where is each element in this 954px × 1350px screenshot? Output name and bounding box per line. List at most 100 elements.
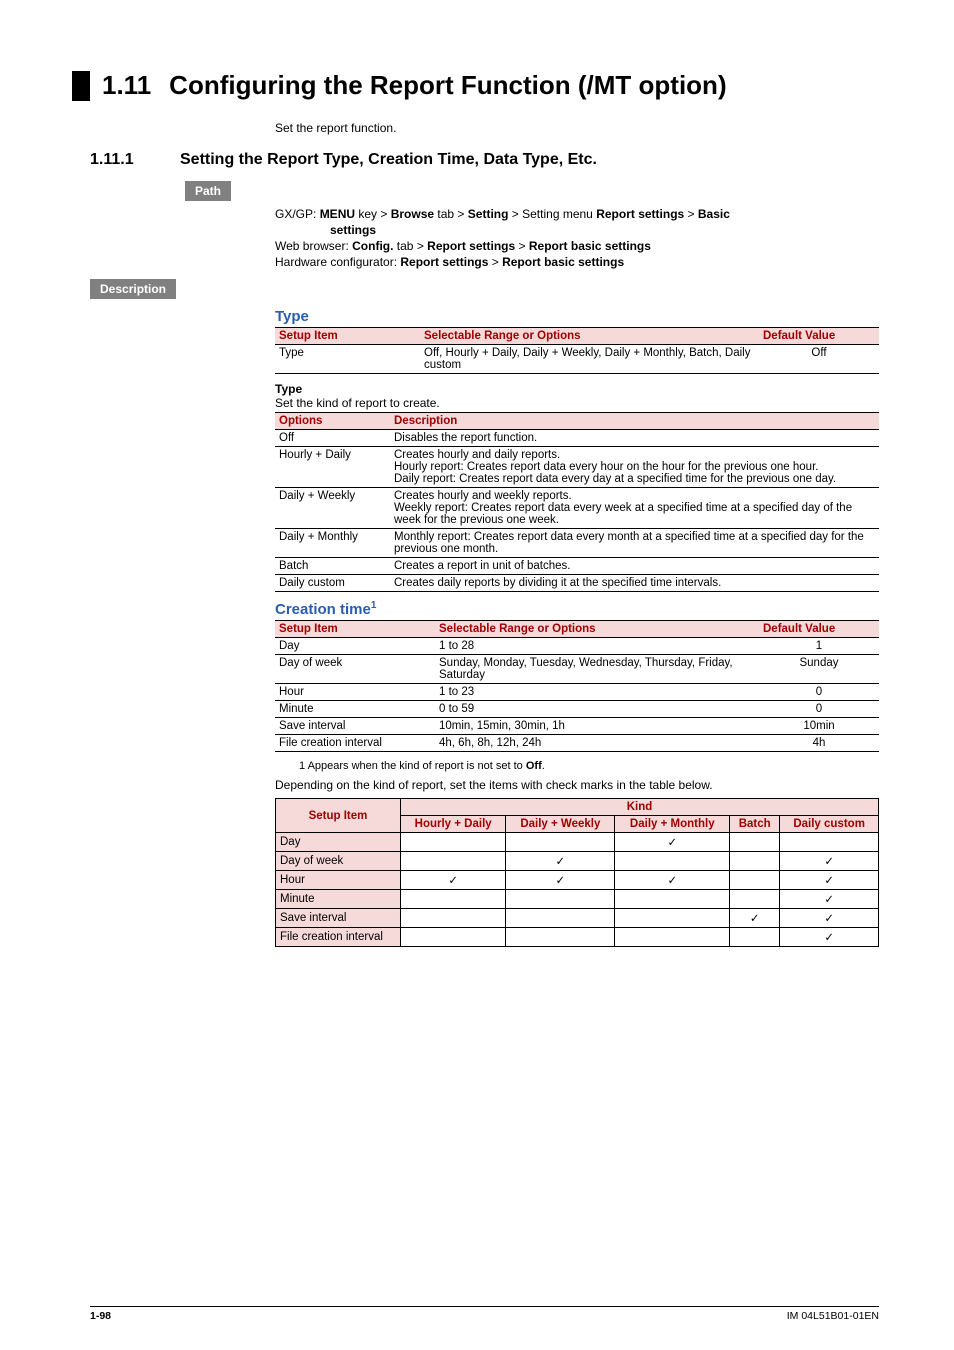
description-pill: Description <box>90 279 176 299</box>
c4-item: Save interval <box>275 718 435 735</box>
c2-def: 0 <box>759 684 879 701</box>
path-l1-g: > Setting menu <box>508 207 596 221</box>
c1-item: Day of week <box>275 655 435 684</box>
m-r4-label: Save interval <box>276 909 401 928</box>
footnote-1-bold: Off <box>526 760 542 772</box>
m-r5-4: ✓ <box>780 928 879 947</box>
path-l2-d: Report settings <box>427 239 515 253</box>
type-sub-heading: Type <box>275 382 879 396</box>
footnote-1-suffix: . <box>542 760 545 772</box>
c1-range: Sunday, Monday, Tuesday, Wednesday, Thur… <box>435 655 759 684</box>
m-r4-3: ✓ <box>730 909 780 928</box>
path-l2-a: Web browser: <box>275 239 352 253</box>
path-pill: Path <box>185 181 231 201</box>
m-r3-2 <box>615 890 730 909</box>
path-l1-i: > <box>684 207 698 221</box>
heading-1: 1.11 Configuring the Report Function (/M… <box>72 70 879 101</box>
optdesc-4: Creates a report in unit of batches. <box>390 558 879 575</box>
c4-def: 10min <box>759 718 879 735</box>
type-item: Type <box>275 345 420 374</box>
c3-item: Minute <box>275 701 435 718</box>
path-l1-c: key > <box>355 207 391 221</box>
m-r0-3 <box>730 833 780 852</box>
m-r1-0 <box>401 852 506 871</box>
c5-def: 4h <box>759 735 879 752</box>
c-hdr-setup: Setup Item <box>275 621 435 638</box>
optdesc-0: Disables the report function. <box>390 430 879 447</box>
path-l1-a: GX/GP: <box>275 207 320 221</box>
m-r5-3 <box>730 928 780 947</box>
heading-2-text: Setting the Report Type, Creation Time, … <box>180 151 879 169</box>
m-r5-0 <box>401 928 506 947</box>
m-r4-0 <box>401 909 506 928</box>
m-r4-2 <box>615 909 730 928</box>
depends-text: Depending on the kind of report, set the… <box>275 778 879 792</box>
m-r4-1 <box>506 909 615 928</box>
footer-page: 1-98 <box>90 1310 111 1322</box>
optdesc-3: Monthly report: Creates report data ever… <box>390 529 879 558</box>
c1-def: Sunday <box>759 655 879 684</box>
path-l1-f: Setting <box>468 207 509 221</box>
c-hdr-range: Selectable Range or Options <box>435 621 759 638</box>
path-l2-b: Config. <box>352 239 393 253</box>
hdr-desc: Description <box>390 413 879 430</box>
m-r2-1: ✓ <box>506 871 615 890</box>
m-col-0: Hourly + Daily <box>401 816 506 833</box>
m-r1-2 <box>615 852 730 871</box>
path-l2-c: tab > <box>393 239 427 253</box>
path-l2-e: > <box>515 239 529 253</box>
m-hdr-setup: Setup Item <box>276 799 401 833</box>
opt-4: Batch <box>275 558 390 575</box>
footer-doc: IM 04L51B01-01EN <box>787 1310 879 1322</box>
path-l3-d: Report basic settings <box>502 255 624 269</box>
path-l2-f: Report basic settings <box>529 239 651 253</box>
c3-range: 0 to 59 <box>435 701 759 718</box>
m-r2-3 <box>730 871 780 890</box>
path-l1-e: tab > <box>434 207 468 221</box>
path-l3-c: > <box>488 255 502 269</box>
c5-range: 4h, 6h, 8h, 12h, 24h <box>435 735 759 752</box>
m-col-2: Daily + Monthly <box>615 816 730 833</box>
type-default: Off <box>759 345 879 374</box>
creation-title-sup: 1 <box>371 600 377 611</box>
hdr-setup: Setup Item <box>275 328 420 345</box>
c2-range: 1 to 23 <box>435 684 759 701</box>
kind-matrix-table: Setup Item Kind Hourly + Daily Daily + W… <box>275 798 879 947</box>
path-l1-h: Report settings <box>596 207 684 221</box>
m-r1-label: Day of week <box>276 852 401 871</box>
footnote-1: 1 Appears when the kind of report is not… <box>299 760 879 772</box>
m-r2-label: Hour <box>276 871 401 890</box>
c5-item: File creation interval <box>275 735 435 752</box>
path-l3-a: Hardware configurator: <box>275 255 400 269</box>
page-footer: 1-98 IM 04L51B01-01EN <box>90 1306 879 1322</box>
m-r3-label: Minute <box>276 890 401 909</box>
m-r1-1: ✓ <box>506 852 615 871</box>
c0-range: 1 to 28 <box>435 638 759 655</box>
optdesc-1: Creates hourly and daily reports. Hourly… <box>390 447 879 488</box>
opt-3: Daily + Monthly <box>275 529 390 558</box>
c0-def: 1 <box>759 638 879 655</box>
path-l1-j: Basic <box>698 207 730 221</box>
opt-2: Daily + Weekly <box>275 488 390 529</box>
m-r3-4: ✓ <box>780 890 879 909</box>
m-r2-4: ✓ <box>780 871 879 890</box>
m-col-1: Daily + Weekly <box>506 816 615 833</box>
path-block: GX/GP: MENU key > Browse tab > Setting >… <box>275 207 879 269</box>
m-r0-2: ✓ <box>615 833 730 852</box>
m-r5-1 <box>506 928 615 947</box>
m-col-4: Daily custom <box>780 816 879 833</box>
m-r3-3 <box>730 890 780 909</box>
opt-0: Off <box>275 430 390 447</box>
opt-5: Daily custom <box>275 575 390 592</box>
m-r3-1 <box>506 890 615 909</box>
path-l1-k: settings <box>330 223 376 237</box>
c3-def: 0 <box>759 701 879 718</box>
m-col-3: Batch <box>730 816 780 833</box>
creation-title: Creation time1 <box>275 600 879 618</box>
intro-text: Set the report function. <box>275 121 879 135</box>
type-section-title: Type <box>275 308 879 325</box>
opt-1: Hourly + Daily <box>275 447 390 488</box>
footnote-1-prefix: 1 Appears when the kind of report is not… <box>299 760 526 772</box>
path-l1-d: Browse <box>391 207 434 221</box>
heading-2: 1.11.1 Setting the Report Type, Creation… <box>90 151 879 169</box>
